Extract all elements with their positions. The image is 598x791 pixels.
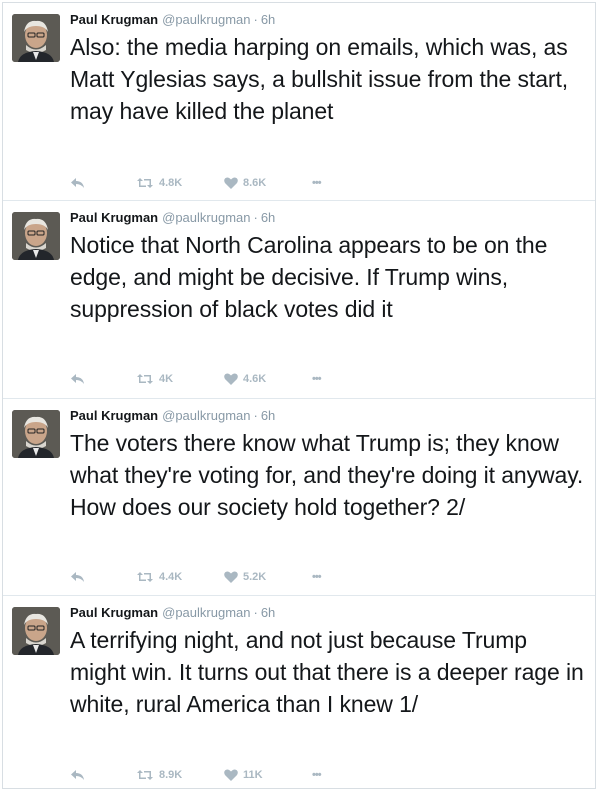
timestamp[interactable]: 6h <box>261 12 275 27</box>
retweet-count: 4.4K <box>159 571 183 583</box>
tweet-text: Notice that North Carolina appears to be… <box>70 232 548 322</box>
more-button[interactable]: ••• <box>312 174 322 192</box>
tweet[interactable]: Paul Krugman @paulkrugman · 6h Notice that … <box>3 201 595 399</box>
tweet-actions: 4.8K 8.6K ••• <box>70 174 370 192</box>
separator: · <box>253 210 258 225</box>
separator: · <box>253 408 258 423</box>
author-name[interactable]: Paul Krugman <box>70 210 158 225</box>
like-button[interactable]: 5.2K <box>224 568 266 586</box>
tweet-feed: Paul Krugman @paulkrugman · 6h Also: the me… <box>2 2 596 789</box>
reply-icon <box>71 178 84 188</box>
author-name[interactable]: Paul Krugman <box>70 12 158 27</box>
timestamp[interactable]: 6h <box>261 210 275 225</box>
like-count: 4.6K <box>243 373 267 385</box>
heart-icon <box>224 769 238 781</box>
reply-button[interactable] <box>70 766 85 784</box>
retweet-icon <box>137 374 153 384</box>
retweet-count: 4K <box>159 373 174 385</box>
like-count: 8.6K <box>243 177 267 189</box>
retweet-button[interactable]: 8.9K <box>136 766 182 784</box>
retweet-count: 4.8K <box>159 177 183 189</box>
more-button[interactable]: ••• <box>312 370 322 388</box>
tweet[interactable]: Paul Krugman @paulkrugman · 6h A terrifying… <box>3 596 595 788</box>
retweet-button[interactable]: 4K <box>136 370 173 388</box>
author-handle[interactable]: @paulkrugman <box>162 210 250 225</box>
avatar[interactable] <box>12 607 60 655</box>
more-icon: ••• <box>312 177 322 189</box>
heart-icon <box>224 571 238 583</box>
like-button[interactable]: 4.6K <box>224 370 266 388</box>
like-button[interactable]: 8.6K <box>224 174 266 192</box>
reply-icon <box>71 770 84 780</box>
avatar[interactable] <box>12 410 60 458</box>
reply-button[interactable] <box>70 174 85 192</box>
avatar[interactable] <box>12 14 60 62</box>
tweet[interactable]: Paul Krugman @paulkrugman · 6h The voters t… <box>3 399 595 596</box>
tweet-text: Also: the media harping on emails, which… <box>70 34 569 124</box>
tweet-header: Paul Krugman @paulkrugman · 6h <box>70 12 275 28</box>
like-count: 11K <box>243 769 263 781</box>
reply-icon <box>71 572 84 582</box>
tweet-actions: 4.4K 5.2K ••• <box>70 568 370 586</box>
tweet-header: Paul Krugman @paulkrugman · 6h <box>70 408 275 424</box>
tweet-text: A terrifying night, and not just because… <box>70 627 584 717</box>
reply-icon <box>71 374 84 384</box>
more-icon: ••• <box>312 373 322 385</box>
retweet-icon <box>137 572 153 582</box>
timestamp[interactable]: 6h <box>261 408 275 423</box>
retweet-count: 8.9K <box>159 769 183 781</box>
more-icon: ••• <box>312 769 322 781</box>
tweet-header: Paul Krugman @paulkrugman · 6h <box>70 210 275 226</box>
more-icon: ••• <box>312 571 322 583</box>
author-handle[interactable]: @paulkrugman <box>162 12 250 27</box>
separator: · <box>253 12 258 27</box>
retweet-icon <box>137 178 153 188</box>
like-button[interactable]: 11K <box>224 766 263 784</box>
reply-button[interactable] <box>70 370 85 388</box>
retweet-button[interactable]: 4.8K <box>136 174 182 192</box>
more-button[interactable]: ••• <box>312 568 322 586</box>
timestamp[interactable]: 6h <box>261 605 275 620</box>
retweet-icon <box>137 770 153 780</box>
more-button[interactable]: ••• <box>312 766 322 784</box>
tweet[interactable]: Paul Krugman @paulkrugman · 6h Also: the me… <box>3 3 595 201</box>
heart-icon <box>224 177 238 189</box>
author-name[interactable]: Paul Krugman <box>70 408 158 423</box>
tweet-text: The voters there know what Trump is; the… <box>70 430 584 520</box>
tweet-actions: 8.9K 11K ••• <box>70 766 370 784</box>
heart-icon <box>224 373 238 385</box>
author-handle[interactable]: @paulkrugman <box>162 408 250 423</box>
reply-button[interactable] <box>70 568 85 586</box>
retweet-button[interactable]: 4.4K <box>136 568 182 586</box>
like-count: 5.2K <box>243 571 267 583</box>
avatar[interactable] <box>12 212 60 260</box>
author-handle[interactable]: @paulkrugman <box>162 605 250 620</box>
tweet-header: Paul Krugman @paulkrugman · 6h <box>70 605 275 621</box>
author-name[interactable]: Paul Krugman <box>70 605 158 620</box>
tweet-actions: 4K 4.6K ••• <box>70 370 370 388</box>
separator: · <box>253 605 258 620</box>
